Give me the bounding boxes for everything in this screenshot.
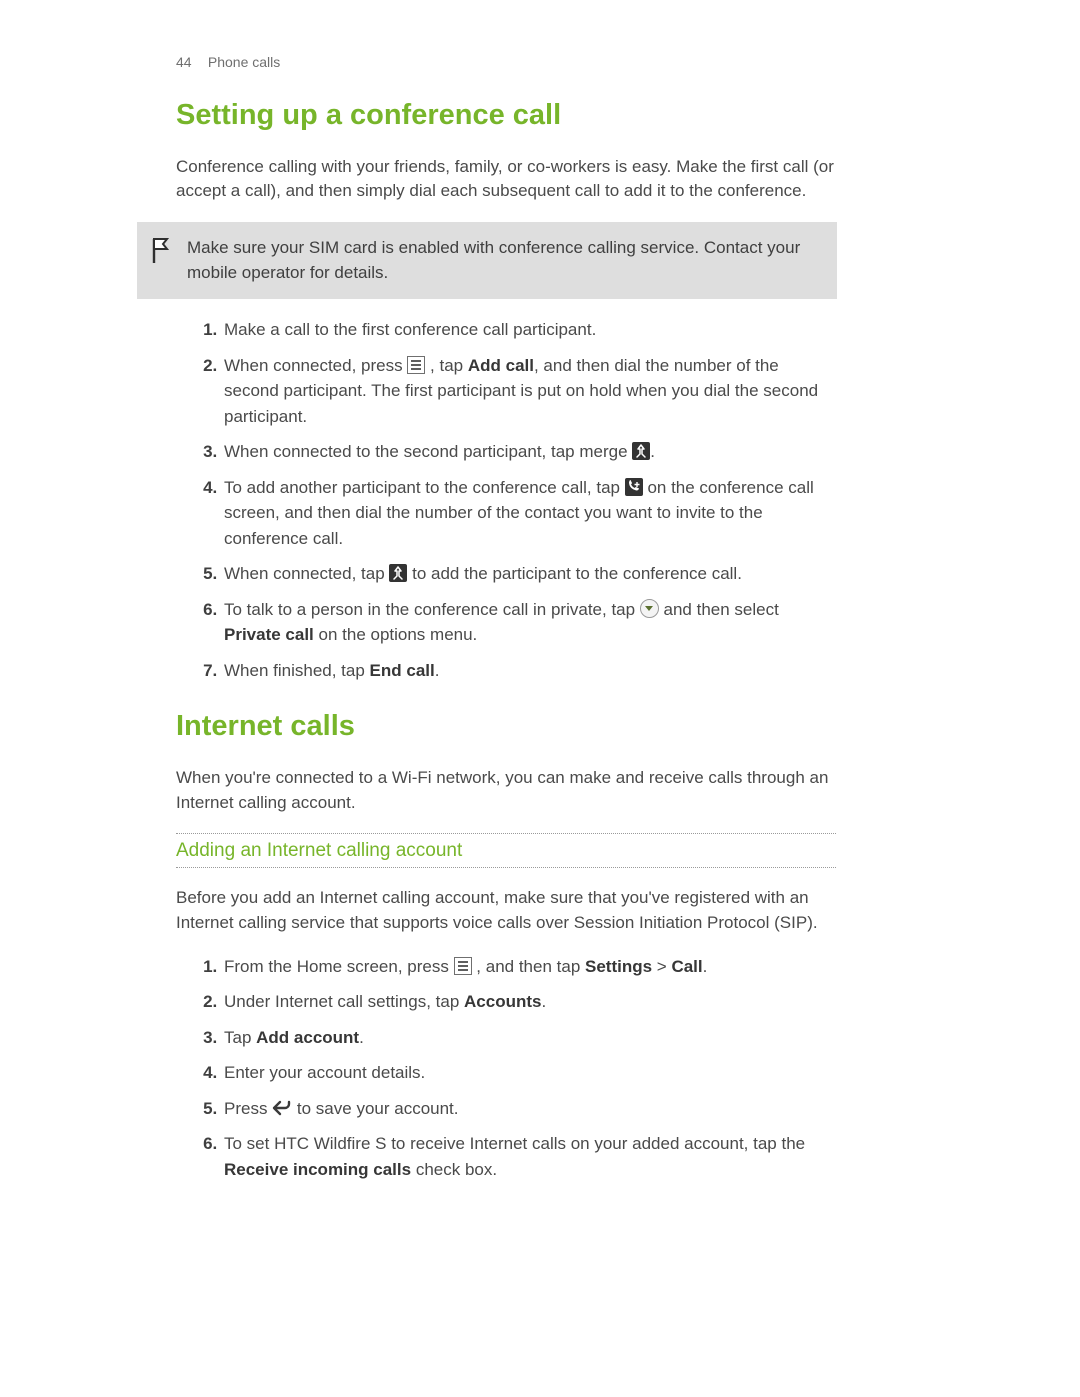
dropdown-circle-icon [640,599,659,618]
step-item: To set HTC Wildfire S to receive Interne… [222,1131,836,1182]
page-header: 44 Phone calls [176,54,836,70]
menu-icon [407,356,425,374]
document-page: 44 Phone calls Setting up a conference c… [0,0,1080,1397]
section-internet-calls: Internet calls When you're connected to … [176,709,836,1182]
chapter-title: Phone calls [208,54,280,70]
step-item: When connected to the second participant… [222,439,836,465]
step-item: To talk to a person in the conference ca… [222,597,836,648]
step-item: Under Internet call settings, tap Accoun… [222,989,836,1015]
step-item: When connected, tap to add the participa… [222,561,836,587]
step-item: Tap Add account. [222,1025,836,1051]
section-conference-call: Setting up a conference call Conference … [176,98,836,204]
step-item: From the Home screen, press , and then t… [222,954,836,980]
step-item: Make a call to the first conference call… [222,317,836,343]
menu-icon [454,957,472,975]
step-item: To add another participant to the confer… [222,475,836,552]
subsection-intro: Before you add an Internet calling accou… [176,886,836,935]
section-intro: Conference calling with your friends, fa… [176,155,836,204]
steps-list-conference: Make a call to the first conference call… [176,317,836,683]
note-box: Make sure your SIM card is enabled with … [137,222,837,299]
note-text: Make sure your SIM card is enabled with … [187,236,817,285]
merge-icon [632,442,650,460]
merge-icon [389,564,407,582]
section-title: Setting up a conference call [176,98,836,133]
back-arrow-icon [272,1098,292,1114]
step-item: When connected, press , tap Add call, an… [222,353,836,430]
steps-list-internet: From the Home screen, press , and then t… [176,954,836,1183]
page-number: 44 [176,54,204,70]
step-item: Enter your account details. [222,1060,836,1086]
flag-icon [151,238,173,264]
section-title: Internet calls [176,709,836,744]
subsection-title: Adding an Internet calling account [176,833,836,868]
step-item: When finished, tap End call. [222,658,836,684]
step-item: Press to save your account. [222,1096,836,1122]
section-intro: When you're connected to a Wi-Fi network… [176,766,836,815]
add-call-icon [625,478,643,496]
